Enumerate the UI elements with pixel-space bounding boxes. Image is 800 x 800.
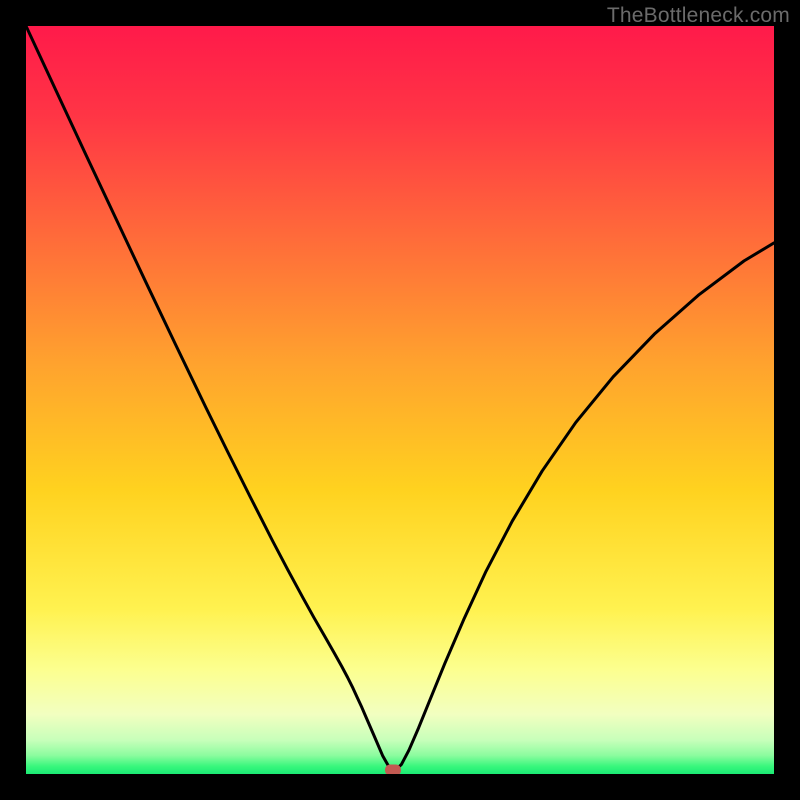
curve-layer: [26, 26, 774, 774]
plot-area: [26, 26, 774, 774]
bottleneck-curve: [26, 26, 774, 770]
chart-frame: TheBottleneck.com: [0, 0, 800, 800]
watermark-text: TheBottleneck.com: [607, 4, 790, 28]
optimum-marker: [385, 765, 401, 774]
